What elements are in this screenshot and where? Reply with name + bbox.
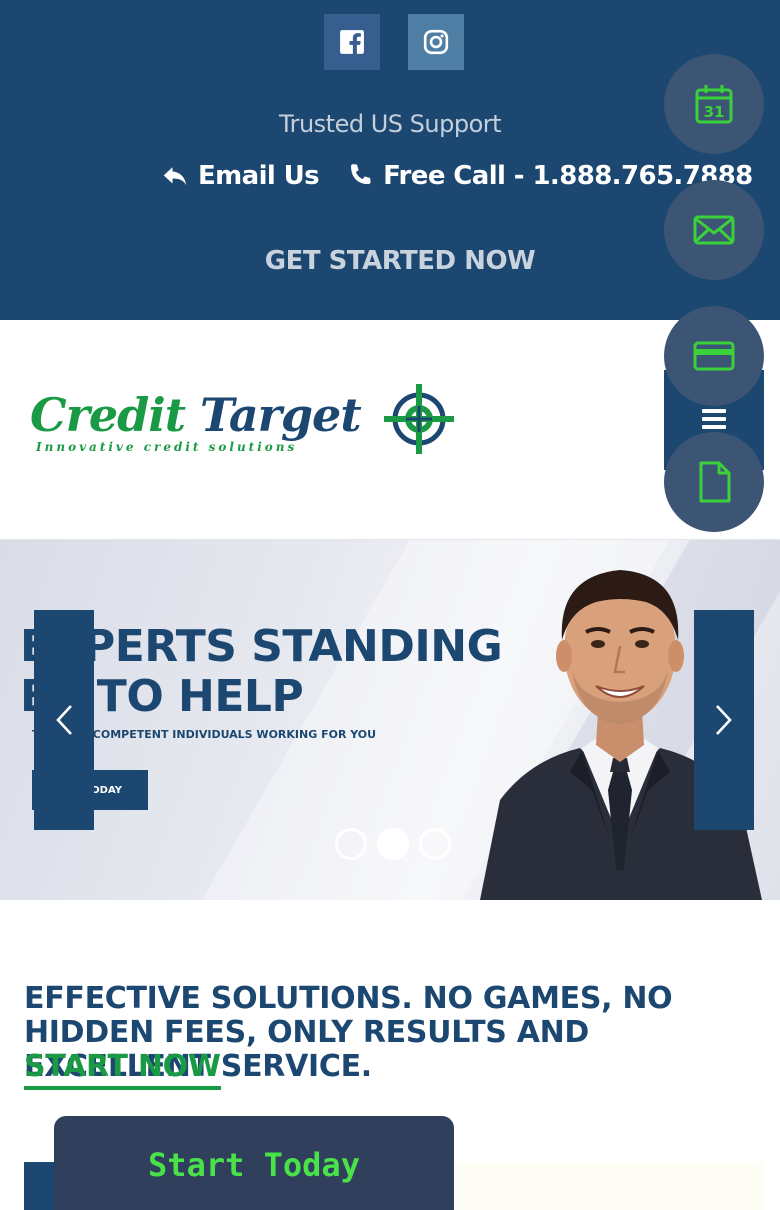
logo-tagline: Innovative credit solutions: [36, 440, 298, 454]
credit-card-icon: [693, 341, 735, 371]
mail-icon: [693, 215, 735, 245]
facebook-link[interactable]: [324, 14, 380, 70]
hamburger-bar: [702, 409, 726, 413]
logo-word-target: Target: [200, 388, 362, 442]
top-contact-bar: Trusted US Support Email Us Free Call - …: [0, 0, 780, 320]
chevron-left-icon: [56, 705, 72, 735]
payment-fab-button[interactable]: [664, 306, 764, 406]
svg-text:31: 31: [704, 103, 725, 121]
hamburger-bar: [702, 425, 726, 429]
slider-dot-2[interactable]: [377, 828, 409, 860]
logo-wordmark: Credit Target: [30, 388, 362, 442]
facebook-icon: [340, 30, 364, 55]
reply-icon: [163, 167, 187, 186]
document-fab-button[interactable]: [664, 432, 764, 532]
start-now-link[interactable]: START NOW: [24, 1050, 221, 1090]
slider-dots: [335, 828, 461, 860]
instagram-link[interactable]: [408, 14, 464, 70]
get-started-now-link[interactable]: GET STARTED NOW: [0, 246, 780, 276]
start-today-widget-button[interactable]: Start Today: [54, 1116, 454, 1210]
calendar-icon: 31: [695, 85, 733, 124]
document-icon: [699, 461, 731, 503]
trusted-support-text: Trusted US Support: [278, 110, 502, 138]
slider-next-button[interactable]: [694, 610, 754, 830]
mail-fab-button[interactable]: [664, 180, 764, 280]
email-us-label: Email Us: [198, 161, 320, 191]
hamburger-menu-icon: [702, 409, 726, 429]
calendar-fab-button[interactable]: 31: [664, 54, 764, 154]
page: Trusted US Support Email Us Free Call - …: [0, 0, 780, 1210]
slider-prev-button[interactable]: [34, 610, 94, 830]
hamburger-bar: [702, 417, 726, 421]
slider-dot-3[interactable]: [419, 828, 451, 860]
hero-slider: EXPERTS STANDING BY TO HELP TRUSTED COMP…: [0, 540, 780, 900]
slider-dot-1[interactable]: [335, 828, 367, 860]
credit-target-logo[interactable]: Credit Target Innovative credit solution…: [30, 382, 460, 462]
crosshair-target-icon: [384, 384, 454, 454]
instagram-icon: [423, 29, 449, 55]
email-us-link[interactable]: Email Us: [160, 161, 320, 191]
logo-word-credit: Credit: [30, 388, 201, 442]
phone-icon: [351, 164, 371, 185]
section-image-edge: [454, 1162, 764, 1210]
chevron-right-icon: [716, 705, 732, 735]
site-header: Credit Target Innovative credit solution…: [0, 320, 780, 540]
start-today-label: Start Today: [148, 1146, 360, 1184]
contact-row: Email Us Free Call - 1.888.765.7888: [160, 156, 753, 196]
